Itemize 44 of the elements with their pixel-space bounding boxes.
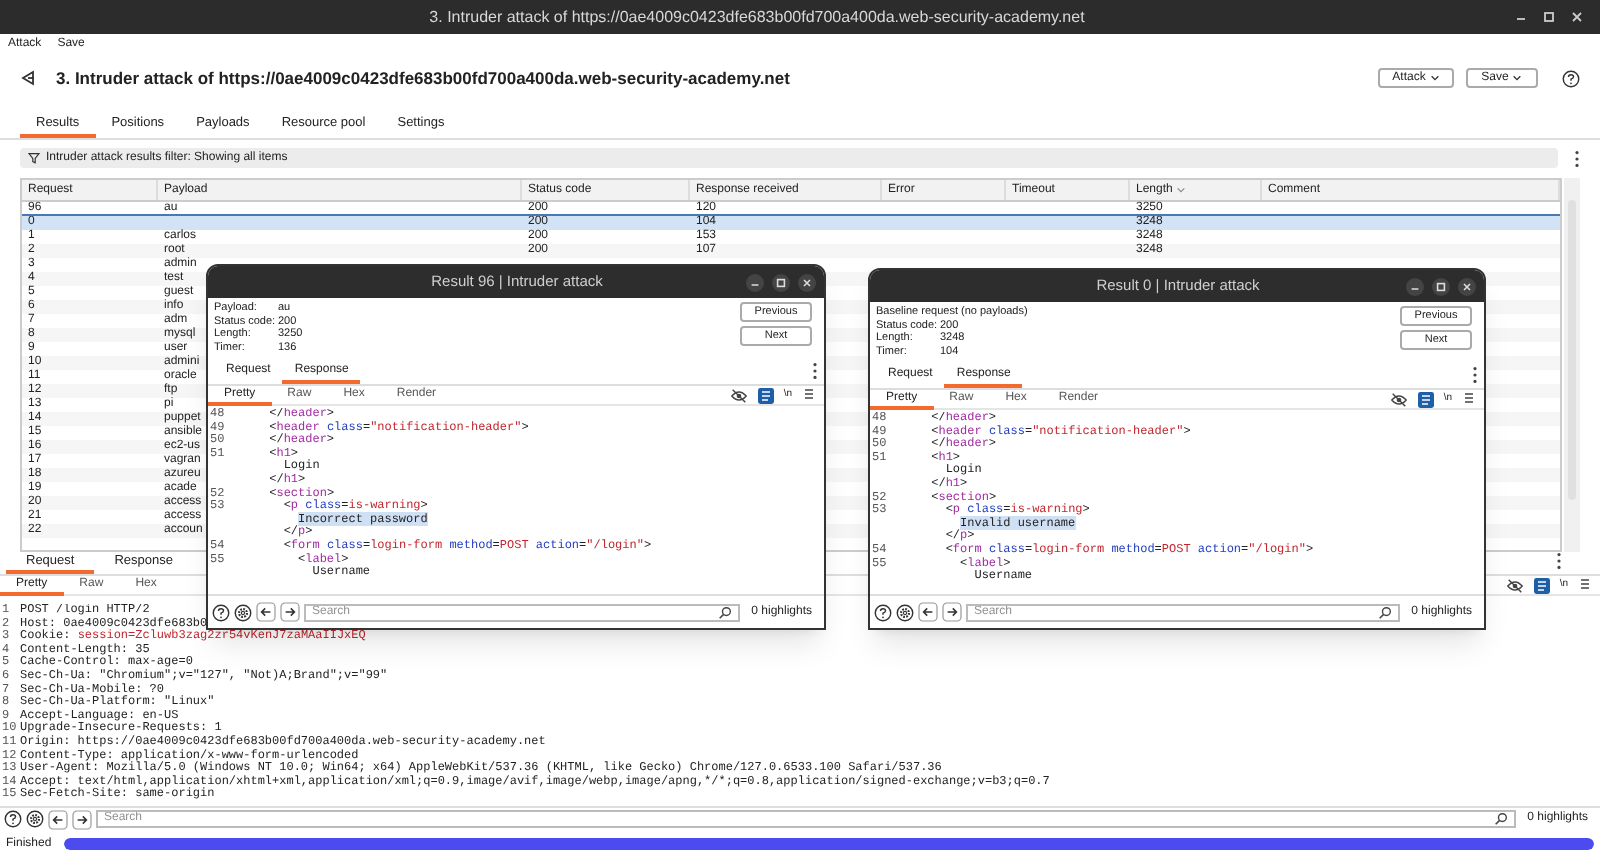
close-icon[interactable]: [798, 273, 816, 291]
help-icon[interactable]: [874, 603, 892, 621]
help-icon[interactable]: [212, 603, 230, 621]
more-options-icon[interactable]: [1556, 552, 1562, 570]
scrollbar[interactable]: [1564, 178, 1580, 552]
window-title: 3. Intruder attack of https://0ae4009c0423dfe683b00fd700a400da.web-security-academy.net: [427, 5, 1087, 29]
maximize-icon[interactable]: [772, 273, 790, 291]
more-options-icon[interactable]: [812, 362, 818, 380]
settings-icon[interactable]: [234, 603, 252, 621]
page-title: 3. Intruder attack of https://0ae4009c0423dfe683b00fd700a400da.web-security-academy.net: [56, 65, 790, 91]
back-arrow-icon[interactable]: [918, 602, 938, 622]
settings-icon[interactable]: [896, 603, 914, 621]
menu-icon[interactable]: [1578, 578, 1592, 592]
more-options-icon[interactable]: [1574, 149, 1580, 167]
forward-arrow-icon[interactable]: [942, 602, 962, 622]
eye-slash-icon[interactable]: [1389, 391, 1408, 407]
minimize-icon[interactable]: [1406, 277, 1424, 295]
search-icon: [717, 605, 732, 619]
forward-arrow-icon[interactable]: [72, 809, 92, 829]
more-options-icon[interactable]: [1472, 366, 1478, 384]
back-arrow-icon[interactable]: [48, 809, 68, 829]
document-icon[interactable]: [1417, 391, 1434, 407]
maximize-icon[interactable]: [1542, 10, 1556, 24]
search-icon: [1493, 812, 1508, 826]
maximize-icon[interactable]: [1432, 277, 1450, 295]
arrow-icon: [20, 70, 36, 86]
help-icon[interactable]: [4, 810, 22, 828]
help-icon[interactable]: [1562, 69, 1580, 87]
filter-icon: [28, 152, 40, 164]
caret-icon: [1512, 74, 1523, 82]
close-icon[interactable]: [1458, 277, 1476, 295]
document-icon[interactable]: [1533, 577, 1550, 593]
caret-icon: [1429, 74, 1440, 82]
back-arrow-icon[interactable]: [256, 602, 276, 622]
menu-icon[interactable]: [802, 388, 816, 402]
forward-arrow-icon[interactable]: [280, 602, 300, 622]
minimize-icon[interactable]: [746, 273, 764, 291]
document-icon[interactable]: [757, 387, 774, 403]
close-icon[interactable]: [1570, 10, 1584, 24]
search-icon: [1377, 605, 1392, 619]
menu-icon[interactable]: [1462, 392, 1476, 406]
eye-slash-icon[interactable]: [1505, 577, 1524, 593]
eye-slash-icon[interactable]: [729, 387, 748, 403]
settings-icon[interactable]: [26, 810, 44, 828]
